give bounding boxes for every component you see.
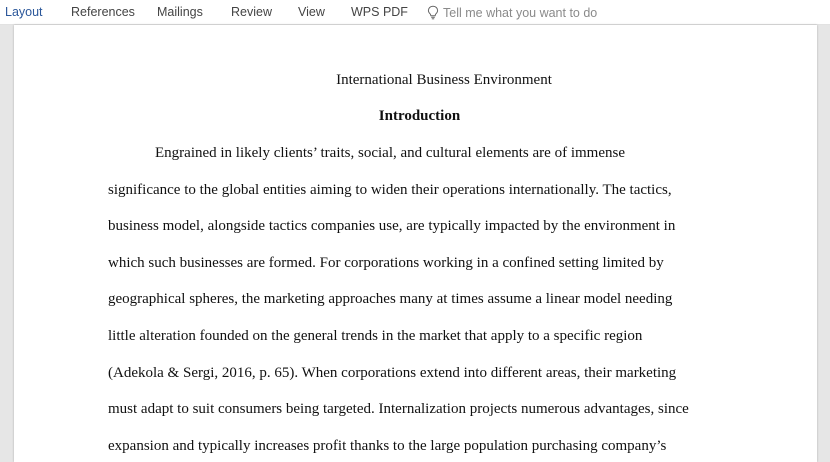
tab-wps-pdf[interactable]: WPS PDF <box>351 5 408 19</box>
paragraph-line: Engrained in likely clients’ traits, soc… <box>155 145 625 161</box>
lightbulb-icon <box>427 5 439 20</box>
paragraph-line: expansion and typically increases profit… <box>108 438 667 454</box>
tab-references[interactable]: References <box>71 5 135 19</box>
section-heading: Introduction <box>378 108 461 124</box>
paragraph-line: which such businesses are formed. For co… <box>108 255 664 271</box>
paragraph-line: geographical spheres, the marketing appr… <box>108 291 673 307</box>
tab-review[interactable]: Review <box>231 5 272 19</box>
ribbon-tab-bar: Layout References Mailings Review View W… <box>0 0 830 25</box>
paragraph-line: (Adekola & Sergi, 2016, p. 65). When cor… <box>108 365 677 381</box>
paragraph-line: must adapt to suit consumers being targe… <box>108 401 689 417</box>
tab-layout[interactable]: Layout <box>5 5 43 19</box>
tab-mailings[interactable]: Mailings <box>157 5 203 19</box>
document-page[interactable]: International Business Environment Intro… <box>14 25 817 462</box>
tab-view[interactable]: View <box>298 5 325 19</box>
paragraph-line: little alteration founded on the general… <box>108 328 643 344</box>
document-title: International Business Environment <box>336 72 552 88</box>
tell-me-search[interactable]: Tell me what you want to do <box>427 3 597 22</box>
paragraph-line: business model, alongside tactics compan… <box>108 218 676 234</box>
tell-me-placeholder[interactable]: Tell me what you want to do <box>443 6 597 20</box>
paragraph-line: significance to the global entities aimi… <box>108 182 672 198</box>
